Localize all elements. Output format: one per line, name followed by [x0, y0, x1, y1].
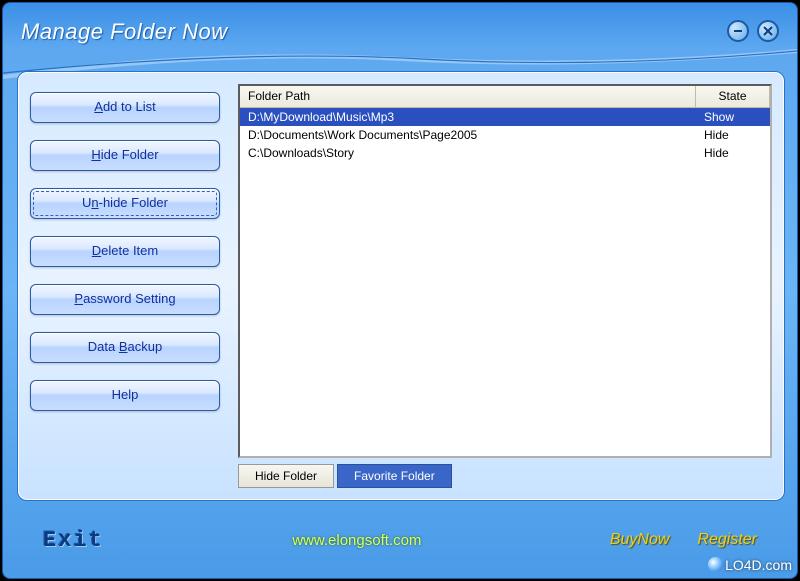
- exit-button[interactable]: Exit: [43, 528, 104, 553]
- register-link[interactable]: Register: [697, 531, 757, 549]
- column-folder-path[interactable]: Folder Path: [240, 86, 696, 107]
- cell-folder-path: D:\Documents\Work Documents\Page2005: [240, 127, 696, 143]
- delete-item-button[interactable]: Delete Item: [30, 236, 220, 267]
- folder-listview[interactable]: Folder Path State D:\MyDownload\Music\Mp…: [238, 84, 772, 458]
- tab-bar: Hide Folder Favorite Folder: [238, 464, 772, 488]
- minimize-button[interactable]: [727, 20, 749, 42]
- table-row[interactable]: D:\Documents\Work Documents\Page2005Hide: [240, 126, 770, 144]
- app-window: Manage Folder Now Add to List Hide Folde…: [2, 2, 798, 579]
- data-backup-button[interactable]: Data Backup: [30, 332, 220, 363]
- add-to-list-button[interactable]: Add to List: [30, 92, 220, 123]
- cell-state: Show: [696, 109, 770, 125]
- footer: Exit www.elongsoft.com BuyNow Register: [3, 514, 797, 578]
- table-row[interactable]: C:\Downloads\StoryHide: [240, 144, 770, 162]
- unhide-folder-button[interactable]: Un-hide Folder: [30, 188, 220, 219]
- window-title: Manage Folder Now: [21, 19, 228, 45]
- cell-state: Hide: [696, 127, 770, 143]
- listview-header: Folder Path State: [240, 86, 770, 108]
- titlebar: Manage Folder Now: [3, 3, 797, 51]
- column-state[interactable]: State: [696, 86, 770, 107]
- cell-folder-path: D:\MyDownload\Music\Mp3: [240, 109, 696, 125]
- help-button[interactable]: Help: [30, 380, 220, 411]
- main-panel: Folder Path State D:\MyDownload\Music\Mp…: [238, 84, 772, 488]
- password-setting-button[interactable]: Password Setting: [30, 284, 220, 315]
- sidebar: Add to List Hide Folder Un-hide Folder D…: [30, 84, 220, 488]
- close-icon: [763, 26, 773, 36]
- minimize-icon: [733, 26, 743, 36]
- table-row[interactable]: D:\MyDownload\Music\Mp3Show: [240, 108, 770, 126]
- window-controls: [727, 20, 779, 42]
- hide-folder-button[interactable]: Hide Folder: [30, 140, 220, 171]
- tab-favorite-folder[interactable]: Favorite Folder: [337, 464, 452, 488]
- tab-hide-folder[interactable]: Hide Folder: [238, 464, 334, 488]
- content-frame: Add to List Hide Folder Un-hide Folder D…: [17, 71, 785, 501]
- listview-body: D:\MyDownload\Music\Mp3ShowD:\Documents\…: [240, 108, 770, 456]
- buy-now-link[interactable]: BuyNow: [610, 531, 670, 549]
- cell-state: Hide: [696, 145, 770, 161]
- close-button[interactable]: [757, 20, 779, 42]
- cell-folder-path: C:\Downloads\Story: [240, 145, 696, 161]
- vendor-url-link[interactable]: www.elongsoft.com: [292, 532, 421, 549]
